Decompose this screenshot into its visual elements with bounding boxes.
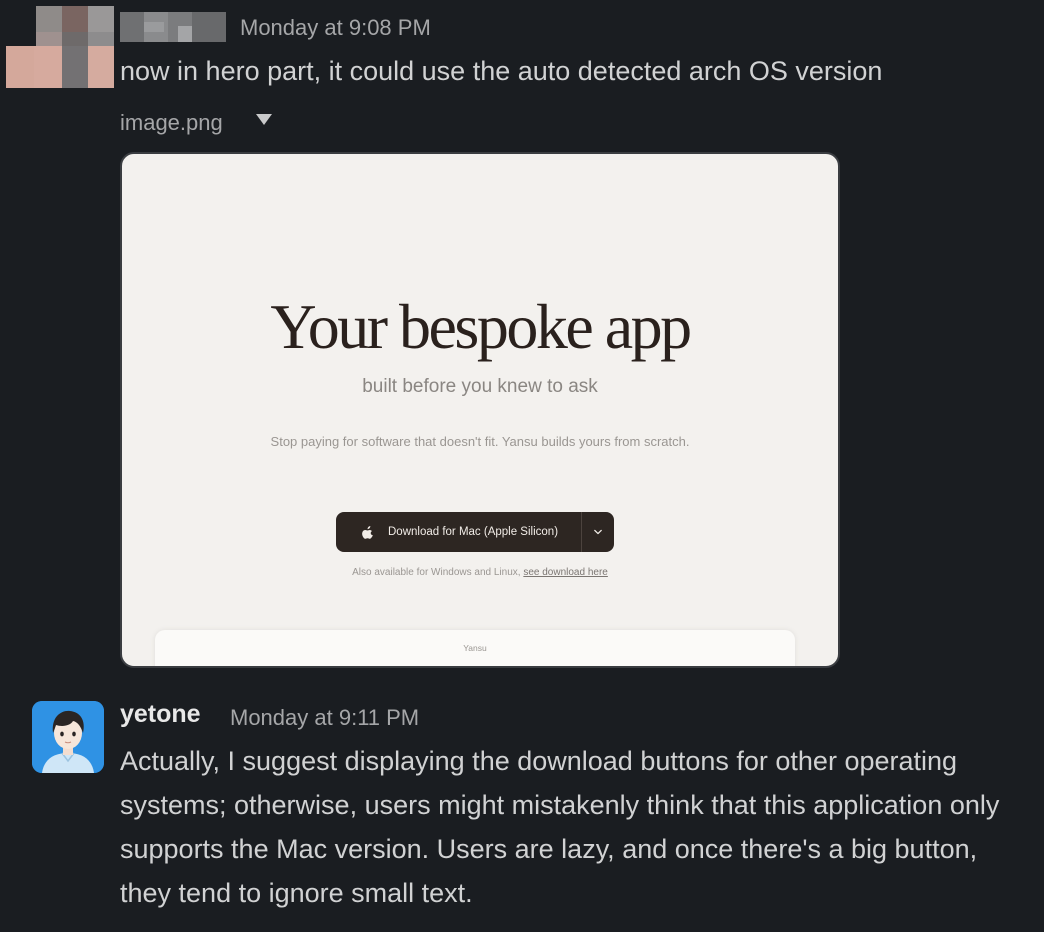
preview-hero-title: Your bespoke app [270,291,692,362]
chat-view: Monday at 9:08 PM now in hero part, it c… [0,0,1044,932]
preview-also-available-text: Also available for Windows and Linux, [352,567,521,578]
attachment-filename[interactable]: image.png [120,108,223,138]
preview-also-available: Also available for Windows and Linux, se… [122,567,838,578]
message-author[interactable]: yetone [120,700,201,729]
attachment-image-preview[interactable]: Your bespoke app built before you knew t… [120,152,840,668]
avatar[interactable] [32,701,104,773]
message-text: now in hero part, it could use the auto … [120,56,883,86]
preview-hero-description: Stop paying for software that doesn't fi… [122,431,838,452]
preview-app-window-card: Yansu [155,630,795,666]
blurred-username[interactable] [120,12,226,42]
collapse-attachment-icon[interactable] [256,114,272,125]
preview-card-label: Yansu [463,643,487,653]
preview-description-text: Stop paying for software that doesn't fi… [270,434,690,449]
yetone-avatar-illustration [32,701,104,773]
apple-icon [362,525,373,539]
preview-hero-subtitle: built before you knew to ask [362,376,598,397]
preview-download-button: Download for Mac (Apple Silicon) [336,512,614,552]
preview-download-main: Download for Mac (Apple Silicon) [336,512,581,552]
preview-see-download-link: see download here [523,567,608,578]
message-timestamp[interactable]: Monday at 9:11 PM [230,705,419,731]
message-timestamp[interactable]: Monday at 9:08 PM [240,15,431,41]
preview-download-dropdown [582,512,614,552]
preview-download-label: Download for Mac (Apple Silicon) [388,526,559,538]
message-text: Actually, I suggest displaying the downl… [120,746,1000,908]
chevron-down-icon [594,529,602,535]
blurred-avatar[interactable] [6,6,114,88]
